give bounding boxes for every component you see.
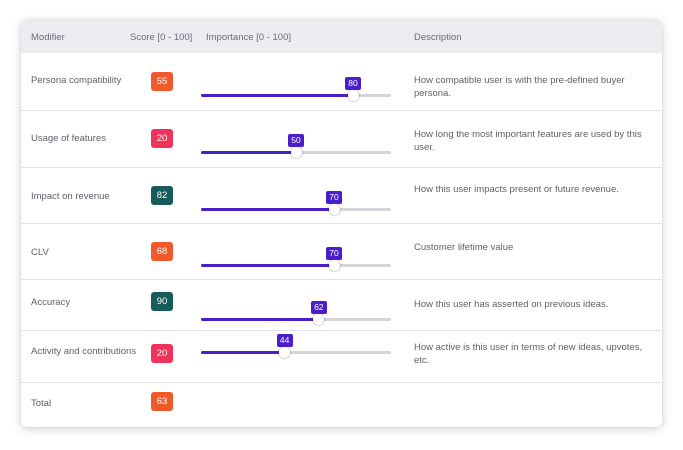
modifier-name: Activity and contributions <box>31 346 137 357</box>
slider-track[interactable] <box>201 264 391 267</box>
slider-fill <box>201 151 296 154</box>
slider-value-bubble: 70 <box>326 191 342 204</box>
table-row: CLV 68 70 Customer lifetime value <box>21 224 662 280</box>
slider-track[interactable] <box>201 351 391 354</box>
table-header: Modifier Score [0 - 100] Importance [0 -… <box>21 20 662 53</box>
slider-thumb[interactable] <box>328 260 340 271</box>
slider-value-bubble: 62 <box>310 301 327 314</box>
modifier-name: Usage of features <box>31 133 106 144</box>
table-row: Accuracy 90 62 How this user has asserte… <box>21 280 662 331</box>
slider-fill <box>201 351 285 354</box>
slider-thumb[interactable] <box>313 314 325 325</box>
table-row: Activity and contributions 20 44 How act… <box>21 331 662 383</box>
slider-fill <box>201 208 334 211</box>
slider-track[interactable] <box>201 318 391 321</box>
total-label: Total <box>31 398 52 409</box>
slider-thumb[interactable] <box>279 347 291 358</box>
score-badge: 20 <box>151 129 173 148</box>
score-badge: 90 <box>151 292 173 311</box>
modifier-name: Persona compatibility <box>31 75 122 86</box>
modifier-description: How compatible user is with the pre-defi… <box>414 75 625 99</box>
slider-value-bubble: 80 <box>345 77 361 90</box>
modifier-name: Accuracy <box>31 297 71 308</box>
slider-thumb[interactable] <box>347 90 359 101</box>
importance-slider[interactable]: 62 <box>201 301 391 328</box>
scoring-table-card: Modifier Score [0 - 100] Importance [0 -… <box>21 20 662 427</box>
score-badge: 55 <box>151 72 173 91</box>
slider-fill <box>201 264 334 267</box>
importance-slider[interactable]: 70 <box>201 247 391 274</box>
slider-fill <box>201 318 319 321</box>
total-score-badge: 63 <box>151 392 173 411</box>
modifier-name: CLV <box>31 247 49 258</box>
modifier-description: How this user has asserted on previous i… <box>414 299 609 310</box>
modifier-description: How this user impacts present or future … <box>414 184 619 195</box>
importance-slider[interactable]: 80 <box>201 77 391 104</box>
score-badge: 20 <box>151 344 173 363</box>
column-header-importance: Importance [0 - 100] <box>206 32 292 43</box>
modifier-description: How active is this user in terms of new … <box>414 342 643 366</box>
slider-track[interactable] <box>201 208 391 211</box>
slider-value-bubble: 70 <box>326 247 342 260</box>
table-row: Impact on revenue 82 70 How this user im… <box>21 168 662 224</box>
slider-value-bubble: 44 <box>276 334 293 347</box>
score-badge: 68 <box>151 242 173 261</box>
column-header-description: Description <box>414 32 462 43</box>
column-header-score: Score [0 - 100] <box>130 32 193 43</box>
score-badge: 82 <box>151 186 173 205</box>
modifier-description: How long the most important features are… <box>414 129 642 153</box>
modifier-name: Impact on revenue <box>31 191 110 202</box>
slider-track[interactable] <box>201 94 391 97</box>
importance-slider[interactable]: 44 <box>201 334 391 361</box>
total-row: Total 63 <box>21 383 662 427</box>
slider-thumb[interactable] <box>290 147 302 158</box>
importance-slider[interactable]: 50 <box>201 134 391 161</box>
modifier-description: Customer lifetime value <box>414 242 514 253</box>
slider-thumb[interactable] <box>328 204 340 215</box>
importance-slider[interactable]: 70 <box>201 191 391 218</box>
column-header-modifier: Modifier <box>31 32 65 43</box>
table-row: Usage of features 20 50 How long the mos… <box>21 111 662 168</box>
slider-fill <box>201 94 353 97</box>
table-row: Persona compatibility 55 80 How compatib… <box>21 53 662 111</box>
slider-value-bubble: 50 <box>288 134 304 147</box>
